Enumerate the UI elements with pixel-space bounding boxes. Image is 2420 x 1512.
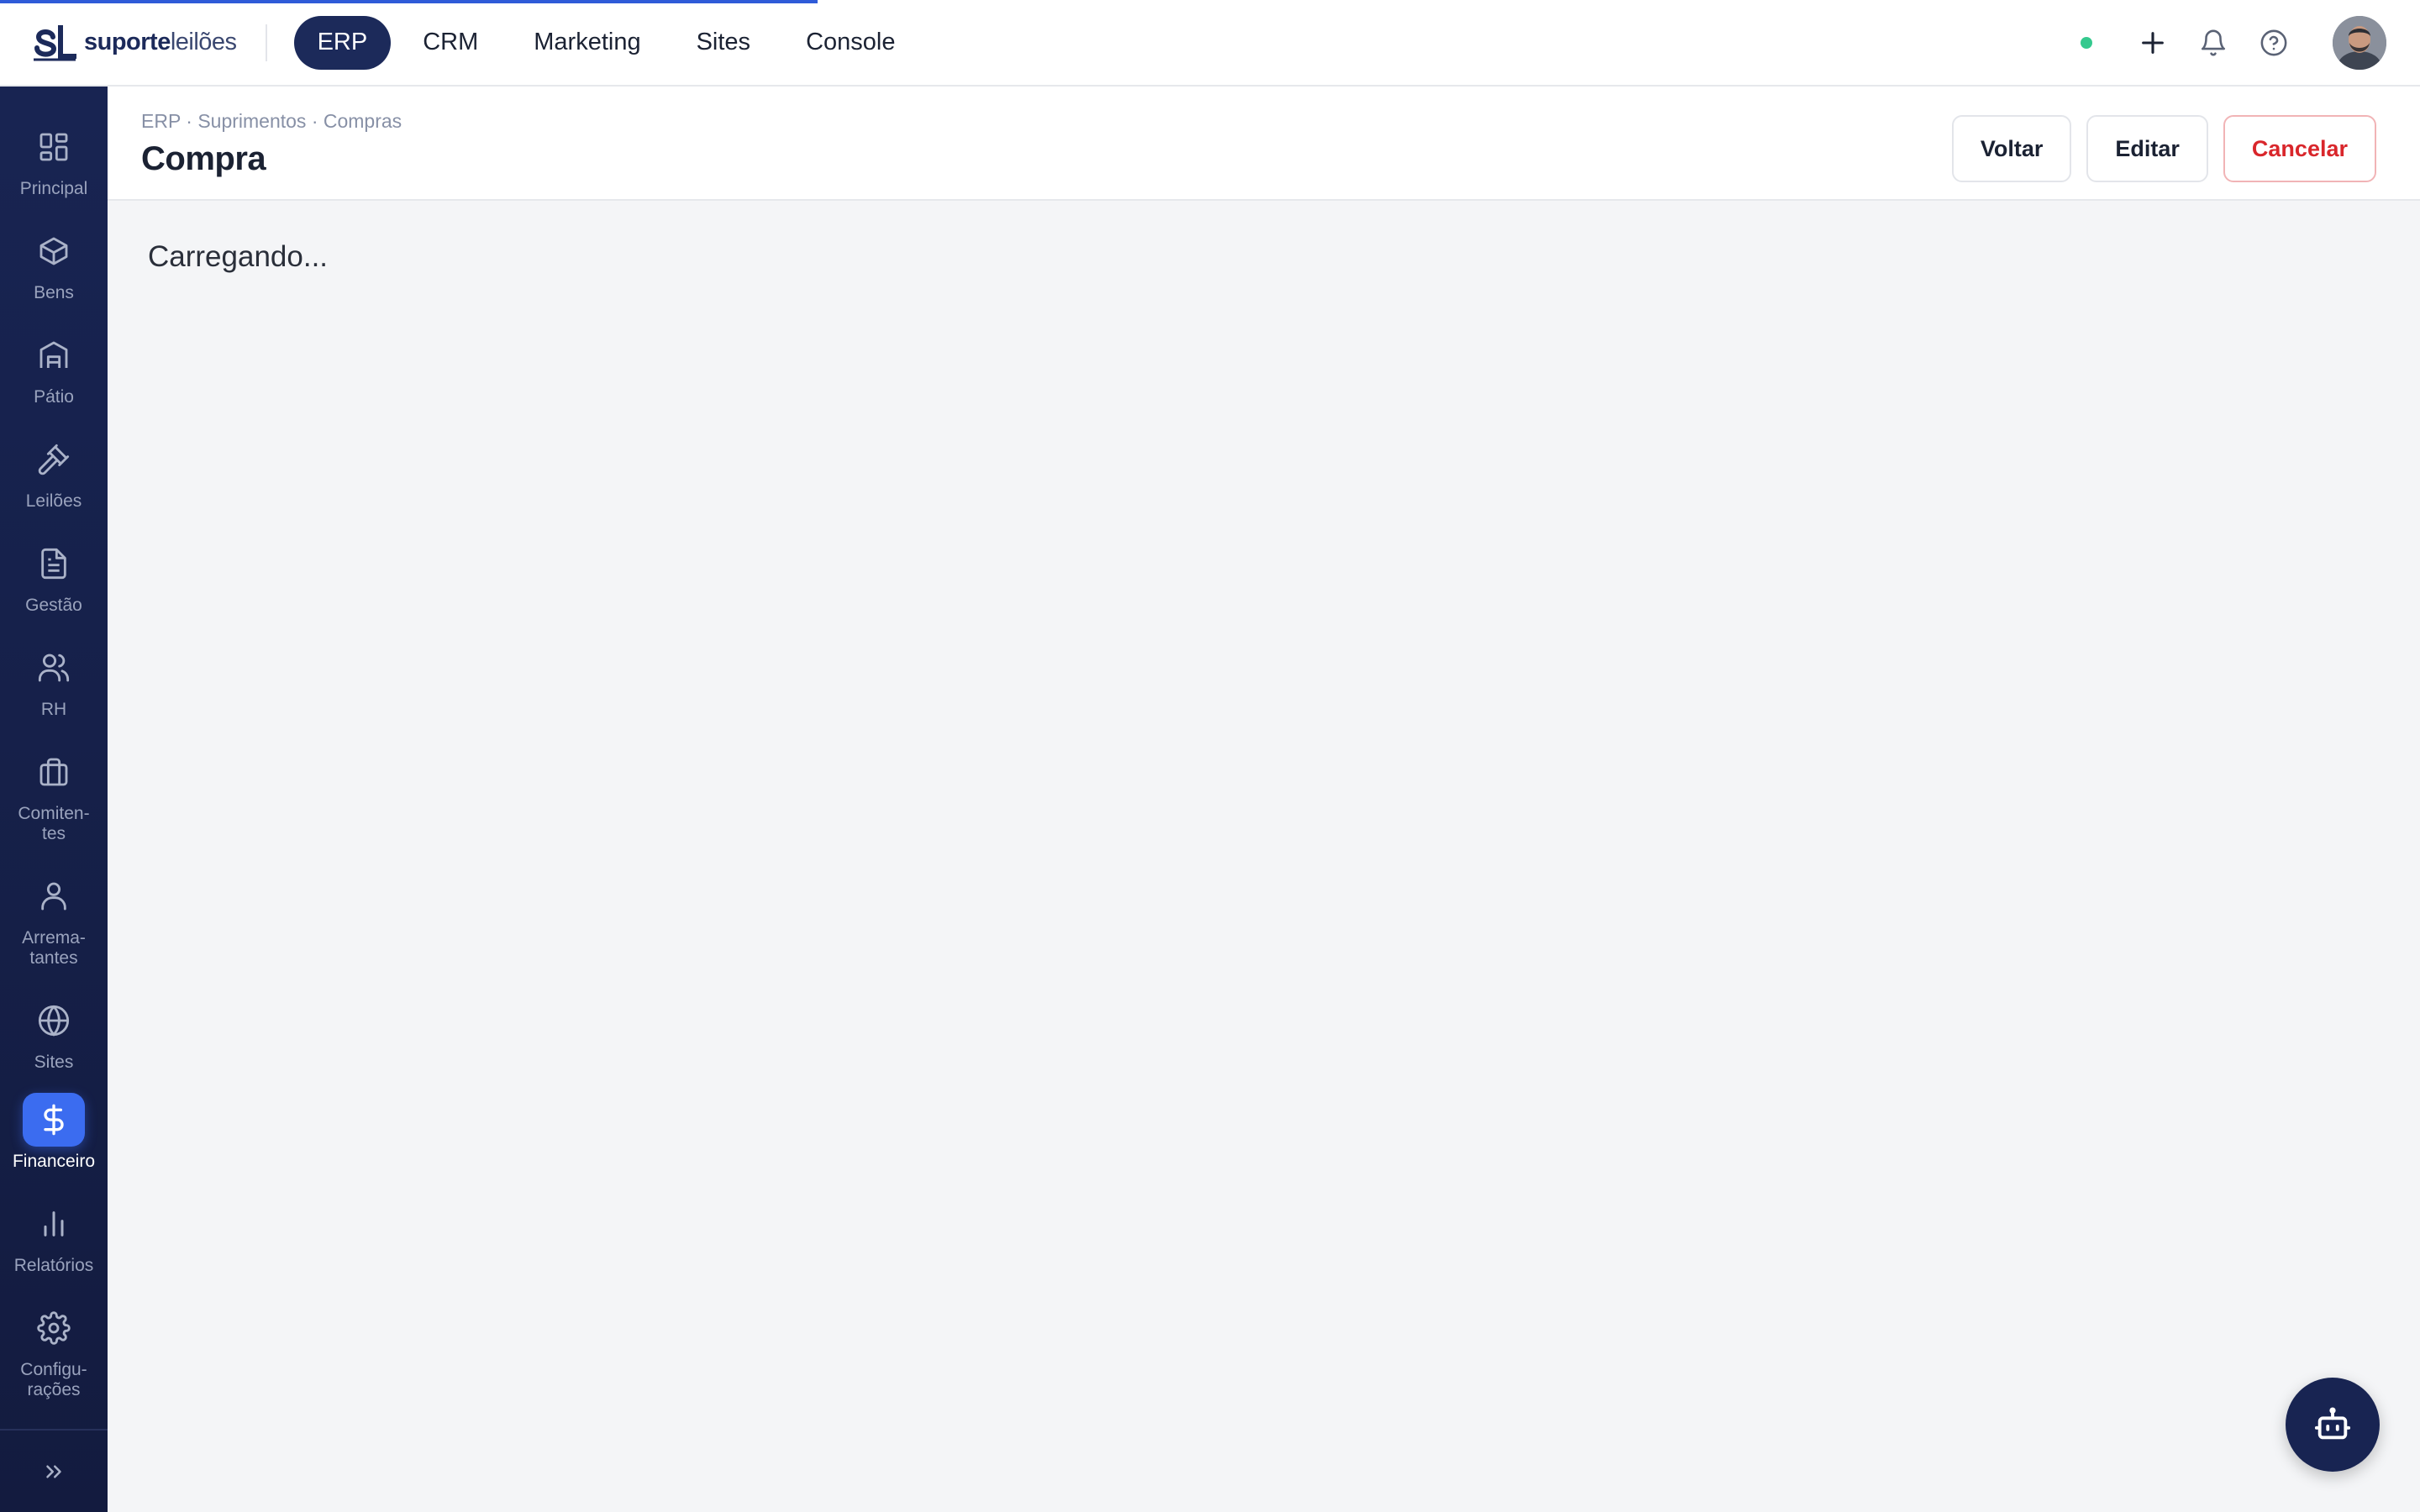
sidebar-item-label: Leilões <box>25 491 82 511</box>
sidebar-item-label: Financeiro <box>12 1152 96 1171</box>
sidebar-item-bens[interactable]: Bens <box>0 224 108 303</box>
sidebar: Principal Bens Pátio Leilões Gestão RH C… <box>0 87 108 1512</box>
breadcrumb[interactable]: ERP · Suprimentos · Compras <box>141 110 402 133</box>
help-circle-icon[interactable] <box>2255 24 2292 61</box>
top-bar: suporteleilões ERP CRM Marketing Sites C… <box>0 0 2420 87</box>
sidebar-item-comitentes[interactable]: Comiten- tes <box>0 745 108 844</box>
top-divider <box>265 24 267 61</box>
brand-name: suporteleilões <box>84 29 237 56</box>
warehouse-icon <box>23 328 85 382</box>
assistant-bot-button[interactable] <box>2286 1378 2380 1472</box>
top-nav-console[interactable]: Console <box>782 16 918 70</box>
edit-button[interactable]: Editar <box>2086 115 2208 182</box>
sidebar-item-arrematantes[interactable]: Arrema- tantes <box>0 869 108 969</box>
brand-name-light: leilões <box>170 29 237 55</box>
sidebar-item-label: Pátio <box>34 387 74 407</box>
bar-chart-icon <box>23 1197 85 1251</box>
sl-logo-mark <box>34 24 76 60</box>
page-title: Compra <box>141 140 266 177</box>
loading-progress-bar <box>0 0 2420 3</box>
loading-text: Carregando... <box>148 240 329 273</box>
top-nav-crm[interactable]: CRM <box>399 16 502 70</box>
sidebar-item-label: Arrema- tantes <box>22 928 86 968</box>
user-icon <box>23 869 85 923</box>
cancel-button[interactable]: Cancelar <box>2223 115 2376 182</box>
globe-icon <box>23 994 85 1047</box>
sidebar-item-leiloes[interactable]: Leilões <box>0 433 108 512</box>
sidebar-item-label: RH <box>40 700 67 719</box>
top-nav: ERP CRM Marketing Sites Console <box>293 15 919 70</box>
sidebar-item-configuracoes[interactable]: Configu- rações <box>0 1301 108 1400</box>
sidebar-item-label: Configu- rações <box>20 1360 87 1399</box>
loading-progress-fill <box>0 0 818 3</box>
brand-logo[interactable]: suporteleilões <box>32 18 237 68</box>
top-right-actions <box>2081 15 2386 70</box>
briefcase-icon <box>23 745 85 799</box>
box-icon <box>23 224 85 278</box>
top-nav-marketing[interactable]: Marketing <box>510 16 664 70</box>
sidebar-item-gestao[interactable]: Gestão <box>0 537 108 616</box>
bell-icon[interactable] <box>2195 24 2232 61</box>
header-actions: Voltar Editar Cancelar <box>1951 115 2376 182</box>
sidebar-item-relatorios[interactable]: Relatórios <box>0 1197 108 1276</box>
user-avatar[interactable] <box>2333 15 2386 70</box>
sidebar-item-principal[interactable]: Principal <box>0 120 108 199</box>
sidebar-item-rh[interactable]: RH <box>0 641 108 720</box>
sidebar-item-sites[interactable]: Sites <box>0 994 108 1073</box>
sidebar-item-financeiro[interactable]: Financeiro <box>0 1093 108 1172</box>
sidebar-item-label: Gestão <box>25 596 82 615</box>
sidebar-item-patio[interactable]: Pátio <box>0 328 108 407</box>
dashboard-icon <box>23 120 85 174</box>
gavel-icon <box>23 433 85 486</box>
plus-icon[interactable] <box>2134 24 2171 61</box>
document-icon <box>23 537 85 591</box>
back-button[interactable]: Voltar <box>1951 115 2072 182</box>
page-header: ERP · Suprimentos · Compras Compra Volta… <box>108 87 2420 201</box>
dollar-icon <box>23 1093 85 1147</box>
gear-icon <box>23 1301 85 1355</box>
bot-icon <box>2314 1407 2351 1440</box>
sidebar-item-label: Sites <box>34 1053 74 1072</box>
users-icon <box>23 641 85 695</box>
sidebar-collapse-toggle[interactable] <box>0 1429 108 1512</box>
chevrons-right-icon <box>46 1465 61 1478</box>
sidebar-item-label: Bens <box>34 283 74 302</box>
sidebar-item-label: Comiten- tes <box>18 804 90 843</box>
brand-name-bold: suporte <box>84 29 171 55</box>
sidebar-item-label: Relatórios <box>13 1256 94 1275</box>
sidebar-item-label: Principal <box>19 179 88 198</box>
top-nav-sites[interactable]: Sites <box>673 16 774 70</box>
online-status-dot <box>2081 36 2092 49</box>
top-nav-erp[interactable]: ERP <box>293 15 392 70</box>
